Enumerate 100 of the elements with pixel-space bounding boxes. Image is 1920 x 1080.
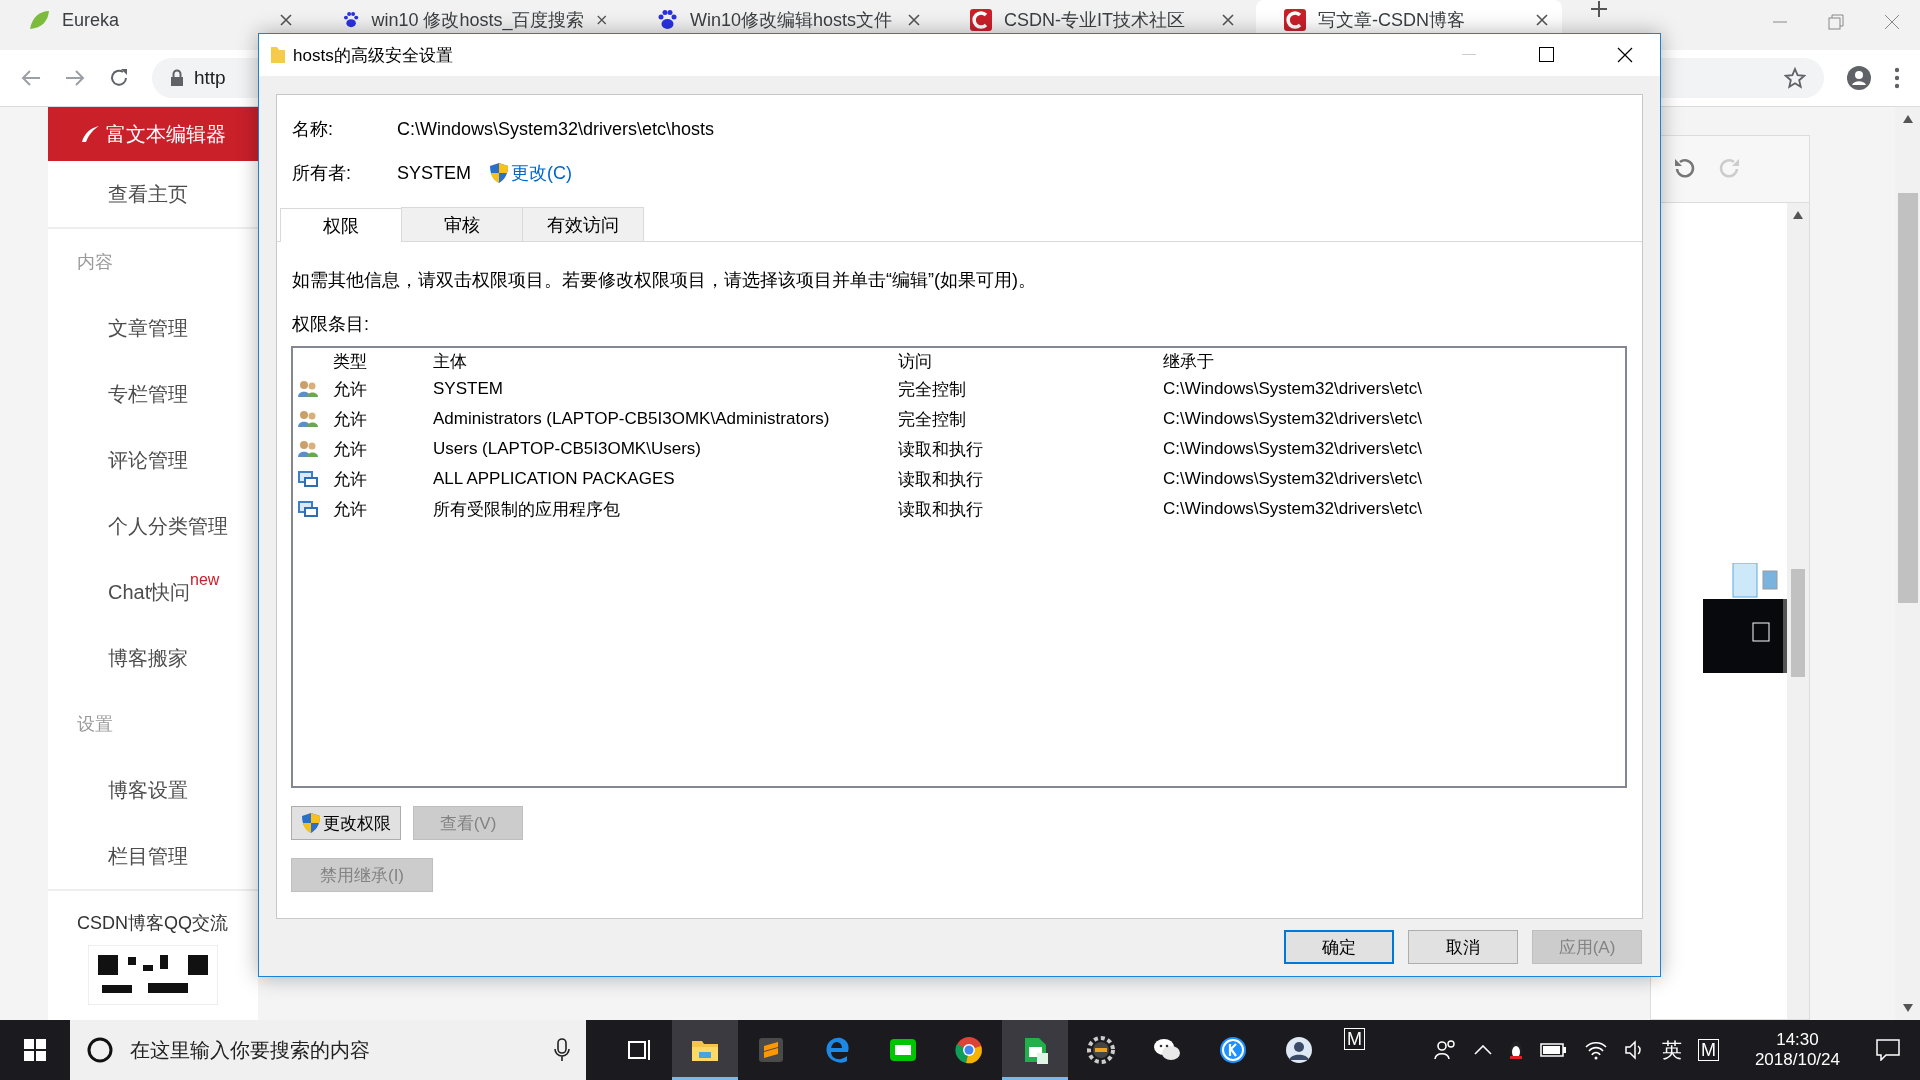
close-icon[interactable] [1222, 14, 1234, 26]
sidebar-link[interactable]: 专栏管理 [48, 361, 258, 427]
column-header[interactable]: 主体 [433, 349, 467, 373]
table-cell: Users (LAPTOP-CB5I3OMK\Users) [433, 439, 701, 459]
scrollbar-thumb[interactable] [1897, 193, 1918, 603]
microphone-icon[interactable] [554, 1038, 570, 1062]
tab-title: Win10修改编辑hosts文件 [690, 9, 894, 32]
browser-tab[interactable]: win10 修改hosts_百度搜索 [314, 0, 620, 40]
column-header[interactable]: 类型 [333, 349, 367, 373]
taskbar-app-button[interactable] [672, 1020, 738, 1080]
tab[interactable]: 权限 [280, 208, 402, 242]
permission-row[interactable]: 允许 Users (LAPTOP-CB5I3OMK\Users) 读取和执行 C:\Windows\System32\drivers\etc\ [293, 434, 1625, 464]
permission-row[interactable]: 允许 ALL APPLICATION PACKAGES 读取和执行 C:\Windows\System32\drivers\etc\ [293, 464, 1625, 494]
permission-row[interactable]: 允许 Administrators (LAPTOP-CB5I3OMK\Administrators) 完全控制 C:\Windows\System32\drivers\etc\ [293, 404, 1625, 434]
column-header[interactable]: 继承于 [1163, 349, 1214, 373]
shield-icon [489, 162, 509, 184]
action-button: 查看(V) [413, 806, 523, 840]
table-cell: C:\Windows\System32\drivers\etc\ [1163, 469, 1422, 489]
search-bar[interactable]: 在这里输入你要搜索的内容 [70, 1020, 586, 1080]
close-icon[interactable] [1536, 14, 1548, 26]
table-cell-text: 允许 [333, 408, 367, 431]
name-value: C:\Windows\System32\drivers\etc\hosts [397, 118, 715, 140]
m-mark: M [1344, 1028, 1365, 1050]
disable-inheritance-button: 禁用继承(I) [291, 858, 433, 892]
table-cell-text: 读取和执行 [898, 438, 983, 461]
section-heading: 内容 [76, 251, 114, 274]
scrollbar-thumb[interactable] [1791, 569, 1805, 677]
table-cell: SYSTEM [433, 379, 503, 399]
menu-icon[interactable] [1894, 67, 1900, 89]
package-icon [297, 499, 319, 519]
permission-row[interactable]: 允许 所有受限制的应用程序包 读取和执行 C:\Windows\System32\drivers\etc\ [293, 494, 1625, 524]
users-icon [297, 439, 319, 459]
ime-indicator[interactable]: M [1697, 1039, 1719, 1061]
permission-row[interactable]: 允许 SYSTEM 完全控制 C:\Windows\System32\drivers\etc\ [293, 374, 1625, 404]
scroll-up-icon[interactable] [1793, 211, 1803, 219]
scroll-up-icon[interactable] [1902, 115, 1913, 123]
table-cell: C:\Windows\System32\drivers\etc\ [1163, 379, 1422, 399]
close-icon[interactable] [596, 14, 606, 26]
language-indicator[interactable]: 英 [1661, 1036, 1682, 1064]
hint-text: 如需其他信息，请双击权限项目。若要修改权限项目，请选择该项目并单击“编辑”(如果可用)。 [291, 269, 1037, 292]
search-field[interactable]: 在这里输入你要搜索的内容 [128, 1029, 540, 1071]
close-icon[interactable] [1617, 47, 1633, 63]
scroll-down-icon[interactable] [1902, 1004, 1913, 1012]
paw-icon [656, 9, 678, 31]
browser-tab[interactable]: Win10修改编辑hosts文件 [628, 0, 934, 40]
table-cell-text: 完全控制 [898, 378, 966, 401]
table-cell-text: 允许 [333, 438, 367, 461]
sublime-icon [756, 1035, 786, 1065]
lock-icon [170, 69, 184, 87]
sidebar-link[interactable]: 博客设置 [48, 757, 258, 823]
reload-icon[interactable] [108, 67, 130, 89]
star-icon[interactable] [1784, 67, 1806, 89]
c-logo-icon [970, 9, 992, 31]
notification-icon[interactable] [1876, 1039, 1900, 1061]
action-button[interactable]: 更改权限 [291, 806, 401, 840]
new-tab-icon[interactable] [1590, 0, 1608, 18]
dialog-button[interactable]: 确定 [1284, 930, 1394, 964]
close-icon[interactable] [280, 14, 292, 26]
penguin-icon[interactable] [1507, 1039, 1524, 1061]
change-owner-link[interactable]: 更改(C) [489, 161, 572, 185]
sidebar-link[interactable]: 博客搬家 [48, 625, 258, 691]
battery-icon[interactable] [1539, 1041, 1568, 1059]
c-logo-icon [1284, 9, 1306, 31]
table-cell: Administrators (LAPTOP-CB5I3OMK\Administrators) [433, 409, 830, 429]
sidebar-link[interactable]: 栏目管理 [48, 823, 258, 889]
table-cell: C:\Windows\System32\drivers\etc\ [1163, 409, 1422, 429]
browser-tab[interactable]: CSDN-专业IT技术社区 [942, 0, 1248, 40]
browser-tab[interactable]: Eureka [0, 0, 306, 40]
table-cell: C:\Windows\System32\drivers\etc\ [1163, 439, 1422, 459]
wifi-icon[interactable] [1583, 1040, 1608, 1060]
account-icon[interactable] [1846, 65, 1872, 91]
maximize-icon[interactable] [1539, 47, 1555, 63]
entries-label: 权限条目: [291, 313, 370, 336]
table-cell-text: 读取和执行 [898, 498, 983, 521]
tab-title: CSDN-专业IT技术社区 [1004, 9, 1186, 32]
clock[interactable]: 14:30 2018/10/24 [1754, 1030, 1840, 1070]
column-header[interactable]: 访问 [898, 349, 932, 373]
name-label: 名称: [292, 118, 334, 141]
rich-text-editor-button[interactable]: 富文本编辑器 [48, 107, 258, 161]
group-title: CSDN博客QQ交流 [76, 912, 229, 935]
sidebar-link[interactable]: 查看主页 [48, 161, 258, 227]
people-icon[interactable] [1433, 1039, 1458, 1061]
sidebar-link[interactable]: 文章管理 [48, 295, 258, 361]
owner-value: SYSTEM [397, 162, 471, 184]
chevron-up-icon[interactable] [1473, 1045, 1492, 1055]
tab-title: Eureka [62, 9, 121, 31]
tab[interactable]: 有效访问 [522, 207, 644, 241]
shield-icon [301, 812, 321, 834]
window-title: hosts的高级安全设置 [293, 44, 454, 67]
taskbar-app-button[interactable] [1002, 1020, 1068, 1080]
users-icon [297, 409, 319, 429]
dialog-button[interactable]: 取消 [1408, 930, 1518, 964]
tab[interactable]: 审核 [401, 207, 523, 241]
tab-title: win10 修改hosts_百度搜索 [371, 9, 585, 32]
dialog-button: 应用(A) [1532, 930, 1642, 964]
sidebar-link[interactable]: 评论管理 [48, 427, 258, 493]
close-icon[interactable] [908, 14, 920, 26]
sidebar-link[interactable]: 个人分类管理 [48, 493, 258, 559]
table-cell-text: 读取和执行 [898, 468, 983, 491]
quill-icon [80, 125, 100, 143]
